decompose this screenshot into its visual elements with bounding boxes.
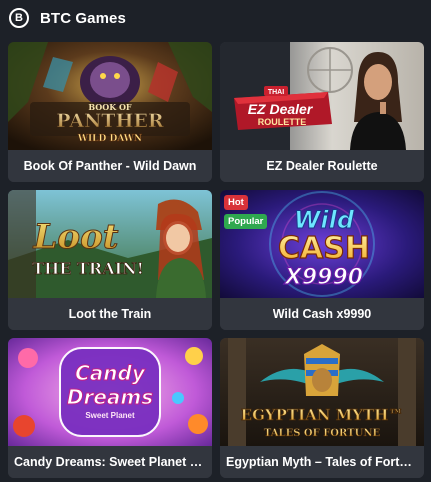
- svg-text:Sweet Planet: Sweet Planet: [85, 411, 135, 420]
- game-card-candy-dreams[interactable]: Candy Dreams Sweet Planet Candy Dreams: …: [8, 338, 212, 478]
- svg-text:CASH: CASH: [278, 231, 370, 266]
- game-title: Book Of Panther - Wild Dawn: [8, 150, 212, 182]
- candy-dreams-art: Candy Dreams Sweet Planet: [8, 338, 212, 446]
- game-thumbnail: BOOK OF PANTHER WILD DAWN: [8, 42, 212, 150]
- game-title: Egyptian Myth – Tales of Fortune: [220, 446, 424, 478]
- svg-text:EGYPTIAN MYTH™: EGYPTIAN MYTH™: [241, 406, 404, 424]
- svg-text:PANTHER: PANTHER: [56, 110, 164, 132]
- svg-text:Loot: Loot: [33, 217, 119, 257]
- svg-text:THAI: THAI: [268, 89, 284, 96]
- game-title: Candy Dreams: Sweet Planet Bo...: [8, 446, 212, 478]
- game-card-loot-the-train[interactable]: Loot THE TRAIN! Loot the Train: [8, 190, 212, 330]
- svg-text:TALES OF FORTUNE: TALES OF FORTUNE: [264, 428, 381, 439]
- games-grid: BOOK OF PANTHER WILD DAWN Book Of Panthe…: [8, 42, 424, 478]
- section-header: B BTC Games: [0, 0, 431, 36]
- svg-text:Dreams: Dreams: [67, 385, 153, 409]
- svg-text:WILD DAWN: WILD DAWN: [77, 134, 142, 144]
- game-thumbnail: THAI EZ Dealer ROULETTE: [220, 42, 424, 150]
- svg-text:X9990: X9990: [283, 265, 363, 290]
- svg-text:THE TRAIN!: THE TRAIN!: [32, 259, 144, 278]
- section-title: BTC Games: [40, 9, 126, 27]
- svg-text:EZ Dealer: EZ Dealer: [248, 101, 314, 117]
- game-thumbnail: Loot THE TRAIN!: [8, 190, 212, 298]
- svg-text:Candy: Candy: [75, 361, 146, 385]
- loot-the-train-art: Loot THE TRAIN!: [8, 190, 212, 298]
- art-title: EGYPTIAN MYTH™ TALES OF FORTUNE: [240, 406, 404, 440]
- game-title: EZ Dealer Roulette: [220, 150, 424, 182]
- svg-text:Wild: Wild: [294, 206, 355, 234]
- book-of-panther-art: BOOK OF PANTHER WILD DAWN: [8, 42, 212, 150]
- bitcoin-icon: B: [9, 8, 29, 28]
- egyptian-myth-art: EGYPTIAN MYTH™ TALES OF FORTUNE: [220, 338, 424, 446]
- game-card-wild-cash[interactable]: Wild CASH X9990 Hot Popular Wild Cash x9…: [220, 190, 424, 330]
- wild-cash-art: Wild CASH X9990: [220, 190, 424, 298]
- game-thumbnail: Wild CASH X9990 Hot Popular: [220, 190, 424, 298]
- hot-badge: Hot: [224, 195, 248, 210]
- game-title: Wild Cash x9990: [220, 298, 424, 330]
- game-title: Loot the Train: [8, 298, 212, 330]
- game-card-book-of-panther[interactable]: BOOK OF PANTHER WILD DAWN Book Of Panthe…: [8, 42, 212, 182]
- popular-badge: Popular: [224, 214, 268, 229]
- svg-text:ROULETTE: ROULETTE: [258, 117, 307, 127]
- game-thumbnail: Candy Dreams Sweet Planet: [8, 338, 212, 446]
- ez-dealer-roulette-art: THAI EZ Dealer ROULETTE: [220, 42, 424, 150]
- game-card-egyptian-myth[interactable]: EGYPTIAN MYTH™ TALES OF FORTUNE Egyptian…: [220, 338, 424, 478]
- game-thumbnail: EGYPTIAN MYTH™ TALES OF FORTUNE: [220, 338, 424, 446]
- game-card-ez-dealer-roulette[interactable]: THAI EZ Dealer ROULETTE EZ Dealer Roulet…: [220, 42, 424, 182]
